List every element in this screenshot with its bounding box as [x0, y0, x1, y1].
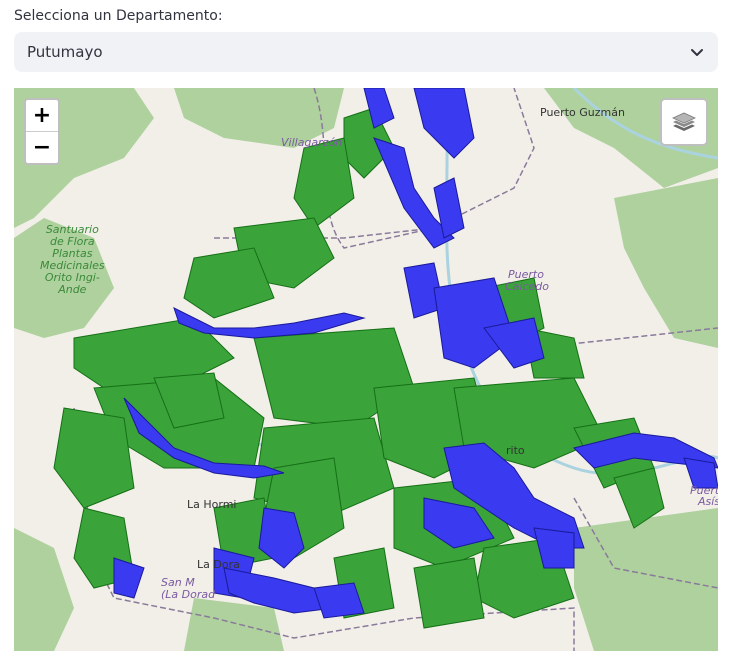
place-puerto-guzman: Puerto Guzmán [540, 106, 625, 119]
layers-icon [672, 112, 696, 131]
map-basemap [14, 88, 718, 651]
place-sanctuary: Santuario de Flora Plantas Medicinales O… [40, 223, 105, 296]
zoom-out-button[interactable]: − [26, 132, 58, 163]
place-la-hormiga: La Hormi [187, 498, 237, 511]
department-select[interactable]: Putumayo [14, 32, 718, 72]
zoom-in-button[interactable]: + [26, 100, 58, 132]
place-la-dorada: La Dora [197, 558, 240, 571]
zoom-control: + − [24, 98, 60, 165]
place-san-miguel-line2: (La Dorad [161, 588, 216, 601]
place-villagarzon: Villagarzón [281, 136, 343, 149]
chevron-down-icon [691, 49, 703, 56]
place-puerto-caicedo-line2: Caicedo [505, 280, 550, 293]
place-puerto-asis-line2: Asís [698, 495, 718, 508]
department-select-value: Putumayo [27, 43, 103, 61]
map-view[interactable]: Puerto Guzmán Villagarzón Puerto Caicedo… [14, 88, 718, 651]
place-orito: rito [506, 444, 525, 457]
department-select-label: Selecciona un Departamento: [14, 8, 223, 24]
layers-button[interactable] [660, 98, 708, 146]
